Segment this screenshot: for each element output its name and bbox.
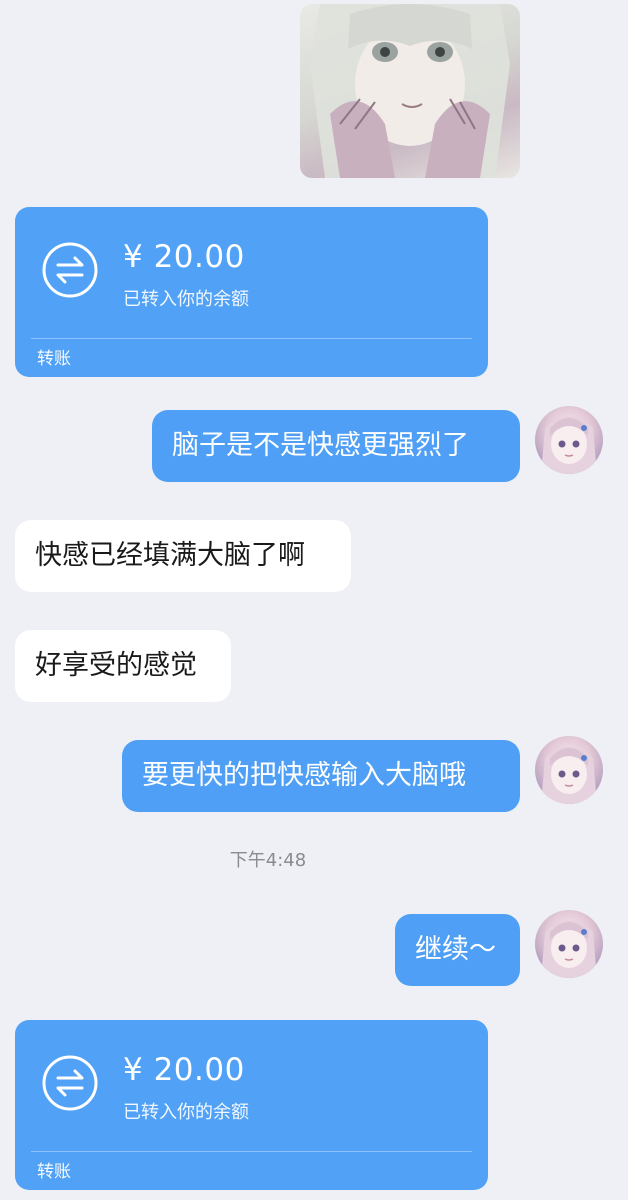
- transfer-arrows-icon: [41, 241, 99, 299]
- transfer-arrows-icon: [41, 1054, 99, 1112]
- message-bubble-other[interactable]: 快感已经填满大脑了啊: [15, 520, 351, 592]
- transfer-card[interactable]: ¥ 20.00 已转入你的余额 转账: [15, 1020, 488, 1190]
- transfer-status: 已转入你的余额: [123, 289, 249, 310]
- avatar-image: [541, 921, 597, 978]
- message-bubble-other[interactable]: 好享受的感觉: [15, 630, 231, 702]
- transfer-divider: [31, 1151, 472, 1152]
- transfer-label: 转账: [37, 349, 71, 369]
- avatar[interactable]: [535, 910, 603, 978]
- image-message[interactable]: [300, 4, 520, 178]
- transfer-card[interactable]: ¥ 20.00 已转入你的余额 转账: [15, 207, 488, 377]
- avatar-image: [541, 417, 597, 474]
- message-bubble-self[interactable]: 继续～: [395, 914, 520, 986]
- transfer-amount: ¥ 20.00: [123, 1052, 245, 1088]
- anime-illustration-image: [310, 4, 510, 178]
- avatar[interactable]: [535, 406, 603, 474]
- transfer-amount: ¥ 20.00: [123, 239, 245, 275]
- avatar-image: [541, 747, 597, 804]
- avatar[interactable]: [535, 736, 603, 804]
- message-bubble-self[interactable]: 脑子是不是快感更强烈了: [152, 410, 520, 482]
- message-timestamp: 下午4:48: [229, 850, 307, 871]
- transfer-label: 转账: [37, 1162, 71, 1182]
- transfer-status: 已转入你的余额: [123, 1102, 249, 1123]
- message-bubble-self[interactable]: 要更快的把快感输入大脑哦: [122, 740, 520, 812]
- transfer-divider: [31, 338, 472, 339]
